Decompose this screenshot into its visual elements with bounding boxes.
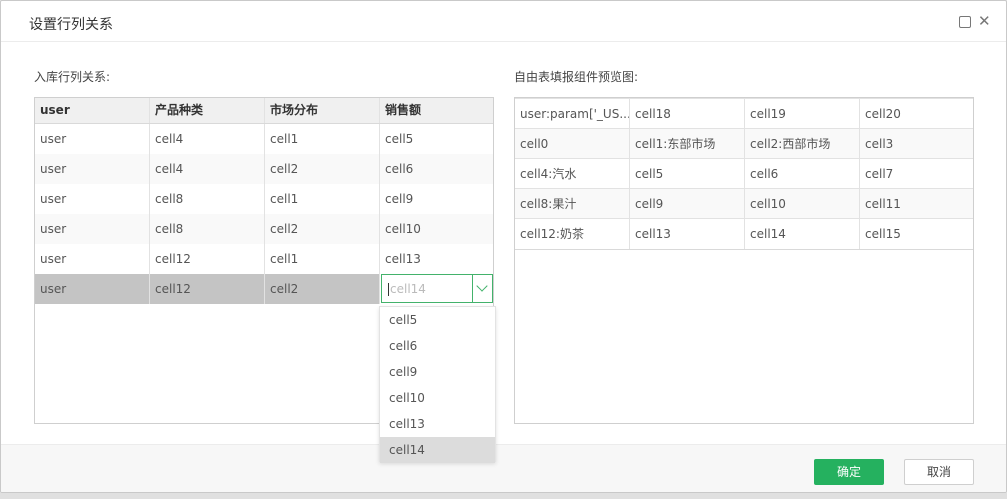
table-cell[interactable]: cell8 xyxy=(150,214,265,244)
relation-table-body: user cell4 cell1 cell5 user cell4 cell2 … xyxy=(35,124,493,304)
preview-grid: user:param['_US... cell18 cell19 cell20 … xyxy=(515,98,973,250)
table-cell[interactable]: cell4 xyxy=(150,154,265,184)
dialog: 设置行列关系 ✕ 入库行列关系: 自由表填报组件预览图: user 产品种类 市… xyxy=(0,0,1007,493)
table-cell[interactable]: cell4 xyxy=(150,124,265,154)
table-cell[interactable]: user xyxy=(35,244,150,274)
table-cell[interactable]: cell8 xyxy=(150,184,265,214)
dropdown-option[interactable]: cell5 xyxy=(380,307,495,333)
preview-cell[interactable]: cell1:东部市场 xyxy=(630,129,745,159)
header-product[interactable]: 产品种类 xyxy=(150,98,265,123)
table-cell[interactable]: user xyxy=(35,214,150,244)
preview-cell[interactable]: cell4:汽水 xyxy=(515,159,630,189)
preview-cell[interactable]: user:param['_US... xyxy=(515,99,630,129)
preview-cell[interactable]: cell3 xyxy=(860,129,973,159)
preview-cell[interactable]: cell13 xyxy=(630,219,745,249)
close-icon[interactable]: ✕ xyxy=(978,13,991,29)
preview-cell[interactable]: cell0 xyxy=(515,129,630,159)
preview-cell[interactable]: cell2:西部市场 xyxy=(745,129,860,159)
background-strip xyxy=(0,493,1007,499)
preview-cell[interactable]: cell5 xyxy=(630,159,745,189)
dropdown-option-active[interactable]: cell14 xyxy=(380,437,495,463)
table-cell[interactable]: cell1 xyxy=(265,124,380,154)
left-section-label: 入库行列关系: xyxy=(34,70,111,84)
table-cell[interactable]: cell2 xyxy=(265,214,380,244)
dropdown-option[interactable]: cell10 xyxy=(380,385,495,411)
header-user[interactable]: user xyxy=(35,98,150,123)
preview-cell[interactable]: cell14 xyxy=(745,219,860,249)
dialog-title: 设置行列关系 xyxy=(29,17,113,33)
table-cell[interactable]: cell9 xyxy=(380,184,493,214)
select-divider xyxy=(472,275,473,302)
maximize-icon[interactable] xyxy=(959,16,971,28)
dropdown-option[interactable]: cell6 xyxy=(380,333,495,359)
chevron-down-icon[interactable] xyxy=(476,280,488,292)
table-cell[interactable]: cell1 xyxy=(265,244,380,274)
table-cell[interactable]: cell2 xyxy=(265,154,380,184)
table-cell[interactable]: cell1 xyxy=(265,184,380,214)
table-cell[interactable]: user xyxy=(35,154,150,184)
table-cell[interactable]: cell13 xyxy=(380,244,493,274)
preview-cell[interactable]: cell15 xyxy=(860,219,973,249)
table-cell[interactable]: user xyxy=(35,274,150,304)
sales-cell-editor-container: cell14 xyxy=(380,274,493,304)
table-cell[interactable]: cell12 xyxy=(150,274,265,304)
header-market[interactable]: 市场分布 xyxy=(265,98,380,123)
preview-cell[interactable]: cell12:奶茶 xyxy=(515,219,630,249)
preview-table: user:param['_US... cell18 cell19 cell20 … xyxy=(514,97,974,424)
table-cell[interactable]: user xyxy=(35,124,150,154)
preview-cell[interactable]: cell20 xyxy=(860,99,973,129)
dropdown-option[interactable]: cell9 xyxy=(380,359,495,385)
preview-cell[interactable]: cell6 xyxy=(745,159,860,189)
title-bar: 设置行列关系 ✕ xyxy=(1,1,1006,42)
preview-cell[interactable]: cell18 xyxy=(630,99,745,129)
preview-cell[interactable]: cell7 xyxy=(860,159,973,189)
dropdown-option[interactable]: cell13 xyxy=(380,411,495,437)
sales-select-value: cell14 xyxy=(390,282,426,296)
sales-dropdown-list: cell5 cell6 cell9 cell10 cell13 cell14 xyxy=(379,306,496,463)
preview-cell[interactable]: cell19 xyxy=(745,99,860,129)
table-cell[interactable]: cell6 xyxy=(380,154,493,184)
preview-cell[interactable]: cell8:果汁 xyxy=(515,189,630,219)
table-cell[interactable]: cell12 xyxy=(150,244,265,274)
preview-cell[interactable]: cell10 xyxy=(745,189,860,219)
table-cell[interactable]: user xyxy=(35,184,150,214)
table-cell[interactable]: cell10 xyxy=(380,214,493,244)
table-cell[interactable]: cell2 xyxy=(265,274,380,304)
dialog-footer: 确定 取消 xyxy=(1,444,1006,492)
cancel-button[interactable]: 取消 xyxy=(904,459,974,485)
relation-table-header: user 产品种类 市场分布 销售额 xyxy=(35,98,493,124)
text-caret xyxy=(388,283,389,296)
preview-cell[interactable]: cell11 xyxy=(860,189,973,219)
right-section-label: 自由表填报组件预览图: xyxy=(514,70,639,84)
table-cell[interactable]: cell5 xyxy=(380,124,493,154)
header-sales[interactable]: 销售额 xyxy=(380,98,493,123)
preview-cell[interactable]: cell9 xyxy=(630,189,745,219)
sales-select[interactable]: cell14 xyxy=(381,274,493,303)
confirm-button[interactable]: 确定 xyxy=(814,459,884,485)
